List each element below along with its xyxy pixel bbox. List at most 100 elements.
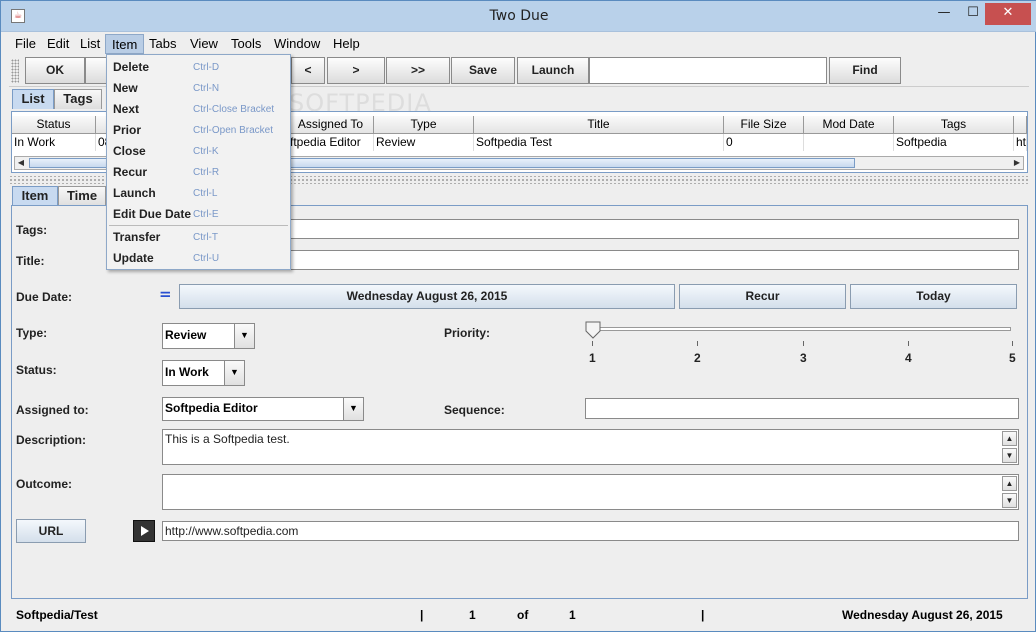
priority-tick-5: 5 — [1009, 351, 1016, 365]
title-input[interactable] — [286, 250, 1019, 270]
outcome-label: Outcome: — [16, 477, 73, 491]
type-select[interactable]: Review ▼ — [162, 323, 255, 349]
launch-button[interactable]: Launch — [517, 57, 589, 84]
description-label: Description: — [16, 433, 87, 447]
sequence-input[interactable] — [585, 398, 1019, 419]
cell-tags[interactable]: Softpedia — [894, 134, 1014, 151]
description-textarea[interactable]: This is a Softpedia test. ▲ ▼ — [162, 429, 1019, 465]
status-of: of — [517, 608, 529, 622]
menu-item-edit-due-date[interactable]: Edit Due Date Ctrl-E — [107, 204, 290, 225]
item-menu-dropdown: Delete Ctrl-D New Ctrl-N Next Ctrl-Close… — [106, 54, 291, 270]
priority-label: Priority: — [444, 326, 491, 340]
col-file-size[interactable]: File Size — [724, 116, 804, 134]
menu-tools[interactable]: Tools — [225, 34, 267, 54]
url-input[interactable]: http://www.softpedia.com — [162, 521, 1019, 541]
tags-label: Tags: — [16, 223, 48, 237]
status-select[interactable]: In Work ▼ — [162, 360, 245, 386]
chevron-down-icon[interactable]: ▼ — [343, 398, 363, 420]
url-button[interactable]: URL — [16, 519, 86, 543]
cell-type[interactable]: Review — [374, 134, 474, 151]
col-title[interactable]: Title — [474, 116, 724, 134]
menu-item-close[interactable]: Close Ctrl-K — [107, 141, 290, 162]
tags-input[interactable] — [286, 219, 1019, 239]
menu-item-new[interactable]: New Ctrl-N — [107, 78, 290, 99]
col-assigned-to[interactable]: Assigned To — [288, 116, 374, 134]
play-icon — [141, 526, 149, 536]
scroll-up-icon[interactable]: ▲ — [1002, 431, 1017, 446]
menu-file[interactable]: File — [9, 34, 42, 54]
menu-help[interactable]: Help — [327, 34, 366, 54]
menu-list[interactable]: List — [74, 34, 106, 54]
menu-item-prior[interactable]: Prior Ctrl-Open Bracket — [107, 120, 290, 141]
description-value: This is a Softpedia test. — [165, 432, 290, 446]
menu-item-transfer[interactable]: Transfer Ctrl-T — [107, 227, 290, 248]
next-button[interactable]: > — [327, 57, 385, 84]
status-separator: | — [420, 608, 424, 622]
outcome-textarea[interactable]: ▲ ▼ — [162, 474, 1019, 510]
chevron-down-icon[interactable]: ▼ — [224, 361, 244, 385]
menu-window[interactable]: Window — [268, 34, 326, 54]
tab-list[interactable]: List — [12, 89, 54, 109]
chevron-down-icon[interactable]: ▼ — [234, 324, 254, 348]
menu-item-next[interactable]: Next Ctrl-Close Bracket — [107, 99, 290, 120]
col-type[interactable]: Type — [374, 116, 474, 134]
menu-item-recur[interactable]: Recur Ctrl-R — [107, 162, 290, 183]
recur-button[interactable]: Recur — [679, 284, 846, 309]
toolbar-grip[interactable] — [11, 59, 19, 83]
cell-assigned-to[interactable]: ftpedia Editor — [288, 134, 374, 151]
tab-time[interactable]: Time — [58, 186, 106, 206]
scroll-left-icon[interactable]: ◀ — [15, 157, 27, 169]
col-hidden-2[interactable] — [1014, 116, 1027, 134]
tab-tags[interactable]: Tags — [54, 89, 102, 109]
menu-item-update[interactable]: Update Ctrl-U — [107, 248, 290, 269]
cell-mod-date[interactable] — [804, 134, 894, 151]
assigned-to-label: Assigned to: — [16, 403, 89, 417]
status-label: Status: — [16, 363, 57, 377]
minimize-icon[interactable]: — — [929, 3, 959, 25]
scroll-down-icon[interactable]: ▼ — [1002, 493, 1017, 508]
status-bar: Softpedia/Test | 1 of 1 | Wednesday Augu… — [9, 601, 1029, 629]
due-date-marker: = — [159, 285, 172, 303]
menu-item-launch[interactable]: Launch Ctrl-L — [107, 183, 290, 204]
launch-url-button[interactable] — [133, 520, 155, 542]
priority-slider[interactable]: 1 2 3 4 5 — [585, 321, 1016, 371]
col-tags[interactable]: Tags — [894, 116, 1014, 134]
cell-status[interactable]: In Work — [12, 134, 96, 151]
today-button[interactable]: Today — [850, 284, 1017, 309]
scroll-up-icon[interactable]: ▲ — [1002, 476, 1017, 491]
due-date-button[interactable]: Wednesday August 26, 2015 — [179, 284, 675, 309]
cell-title[interactable]: Softpedia Test — [474, 134, 724, 151]
status-separator: | — [701, 608, 705, 622]
menu-item-delete[interactable]: Delete Ctrl-D — [107, 57, 290, 78]
priority-tick-3: 3 — [800, 351, 807, 365]
watermark: SOFTPEDIA — [289, 89, 432, 117]
close-icon[interactable]: ✕ — [985, 3, 1031, 25]
find-button[interactable]: Find — [829, 57, 901, 84]
scroll-down-icon[interactable]: ▼ — [1002, 448, 1017, 463]
menu-view[interactable]: View — [184, 34, 224, 54]
status-total: 1 — [569, 608, 576, 622]
menu-bar: File Edit List Item Tabs View Tools Wind… — [9, 32, 1029, 54]
menu-edit[interactable]: Edit — [41, 34, 75, 54]
ok-button[interactable]: OK — [25, 57, 85, 84]
maximize-icon[interactable]: ☐ — [959, 3, 987, 25]
title-label: Title: — [16, 254, 45, 268]
tab-item[interactable]: Item — [12, 186, 58, 206]
assigned-to-select[interactable]: Softpedia Editor ▼ — [162, 397, 364, 421]
col-mod-date[interactable]: Mod Date — [804, 116, 894, 134]
window-title: Two Due — [489, 8, 549, 24]
find-input[interactable] — [589, 57, 827, 84]
cell-file-size[interactable]: 0 — [724, 134, 804, 151]
menu-item[interactable]: Item — [105, 34, 145, 54]
save-button[interactable]: Save — [451, 57, 515, 84]
priority-thumb[interactable] — [585, 321, 601, 339]
priority-tick-2: 2 — [694, 351, 701, 365]
last-button[interactable]: >> — [386, 57, 450, 84]
prev-button[interactable]: < — [291, 57, 325, 84]
col-status[interactable]: Status — [12, 116, 96, 134]
menu-tabs[interactable]: Tabs — [143, 34, 182, 54]
priority-tick-1: 1 — [589, 351, 596, 365]
cell-hidden-2[interactable]: ht — [1014, 134, 1027, 151]
scroll-right-icon[interactable]: ▶ — [1011, 157, 1023, 169]
priority-track — [593, 327, 1011, 331]
